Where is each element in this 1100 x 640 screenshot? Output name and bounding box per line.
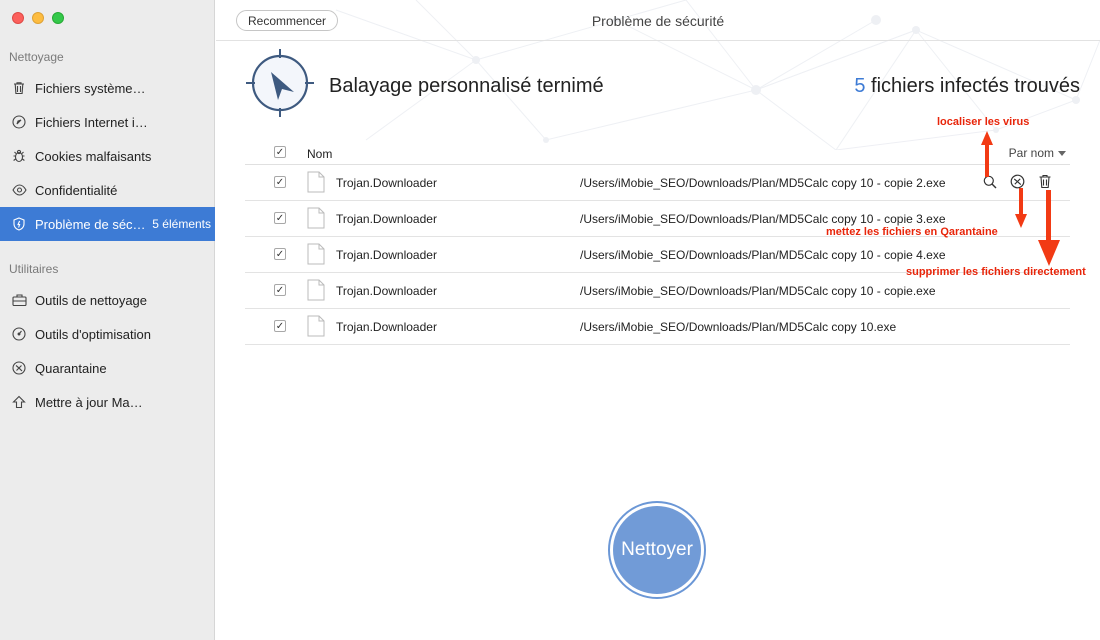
sidebar: Nettoyage Fichiers système… Fichiers Int…: [0, 0, 215, 640]
file-name: Trojan.Downloader: [336, 320, 437, 334]
sort-label: Par nom: [1008, 146, 1054, 160]
clean-button-label: Nettoyer: [613, 506, 701, 594]
annotation-quarantine: mettez les fichiers en Qarantaine: [826, 226, 998, 238]
file-icon: [307, 315, 325, 337]
sidebar-item-update[interactable]: Mettre à jour Ma…: [0, 387, 215, 417]
arrow-down-icon: [1015, 188, 1027, 228]
close-window-button[interactable]: [12, 12, 24, 24]
sidebar-item-label: Mettre à jour Ma…: [35, 394, 143, 410]
sidebar-item-label: Cookies malfaisants: [35, 148, 152, 164]
section-label-utilities: Utilitaires: [9, 262, 59, 276]
main-panel: Recommencer Problème de sécurité Balayag…: [216, 0, 1100, 640]
row-checkbox[interactable]: ✓: [274, 212, 286, 224]
row-checkbox[interactable]: ✓: [274, 248, 286, 260]
chevron-down-icon: [1058, 150, 1066, 156]
compass-icon: [11, 114, 27, 130]
search-icon[interactable]: [983, 175, 997, 189]
annotation-locate-virus: localiser les virus: [937, 116, 1030, 128]
select-all-checkbox[interactable]: ✓: [274, 146, 286, 158]
sidebar-item-label: Fichiers Internet i…: [35, 114, 148, 130]
table-row[interactable]: ✓ Trojan.Downloader /Users/iMobie_SEO/Do…: [245, 308, 1070, 345]
eye-icon: [11, 182, 27, 198]
scan-status-title: Balayage personnalisé ternimé: [329, 75, 604, 97]
file-path: /Users/iMobie_SEO/Downloads/Plan/MD5Calc…: [580, 176, 946, 190]
title-bar: Recommencer Problème de sécurité: [216, 0, 1100, 41]
file-path: /Users/iMobie_SEO/Downloads/Plan/MD5Calc…: [580, 212, 946, 226]
row-checkbox[interactable]: ✓: [274, 176, 286, 188]
file-name: Trojan.Downloader: [336, 284, 437, 298]
arrow-up-icon: [981, 131, 993, 177]
infected-count: 5: [854, 75, 866, 97]
file-path: /Users/iMobie_SEO/Downloads/Plan/MD5Calc…: [580, 320, 897, 334]
file-name: Trojan.Downloader: [336, 248, 437, 262]
annotation-delete: supprimer les fichiers directement: [906, 266, 1086, 278]
minimize-window-button[interactable]: [32, 12, 44, 24]
sidebar-item-label: Outils de nettoyage: [35, 292, 148, 308]
gauge-icon: [11, 326, 27, 342]
scan-compass-icon: [246, 49, 314, 117]
trash-icon[interactable]: [1038, 174, 1052, 189]
sidebar-item-label: Outils d'optimisation: [35, 326, 151, 342]
sidebar-item-security[interactable]: Problème de séc… 5 éléments: [0, 207, 215, 241]
file-name: Trojan.Downloader: [336, 212, 437, 226]
sidebar-item-optimization-tools[interactable]: Outils d'optimisation: [0, 319, 215, 349]
toolbox-icon: [11, 292, 27, 308]
infected-files-summary: 5 fichiers infectés trouvés: [854, 75, 1080, 98]
sidebar-item-internet-files[interactable]: Fichiers Internet i…: [0, 107, 215, 137]
sidebar-item-system-files[interactable]: Fichiers système…: [0, 73, 215, 103]
file-name: Trojan.Downloader: [336, 176, 437, 190]
arrow-down-icon: [1038, 190, 1060, 266]
table-row[interactable]: ✓ Trojan.Downloader /Users/iMobie_SEO/Do…: [245, 164, 1070, 201]
sidebar-item-cookies[interactable]: Cookies malfaisants: [0, 141, 215, 171]
quarantine-icon[interactable]: [1010, 174, 1025, 189]
sidebar-item-label: Quarantaine: [35, 360, 107, 376]
quarantine-icon: [11, 360, 27, 376]
file-icon: [307, 243, 325, 265]
window-title: Problème de sécurité: [591, 13, 725, 29]
infected-label: fichiers infectés trouvés: [865, 75, 1080, 97]
sort-dropdown[interactable]: Par nom: [1009, 146, 1066, 160]
file-path: /Users/iMobie_SEO/Downloads/Plan/MD5Calc…: [580, 248, 946, 262]
file-path: /Users/iMobie_SEO/Downloads/Plan/MD5Calc…: [580, 284, 936, 298]
clean-button[interactable]: Nettoyer: [608, 501, 706, 599]
item-count-badge: 5 éléments: [152, 217, 211, 231]
row-checkbox[interactable]: ✓: [274, 284, 286, 296]
bug-icon: [11, 148, 27, 164]
trash-icon: [11, 80, 27, 96]
zoom-window-button[interactable]: [52, 12, 64, 24]
sidebar-item-quarantine[interactable]: Quarantaine: [0, 353, 215, 383]
column-header-name: Nom: [307, 147, 333, 161]
sidebar-item-label: Confidentialité: [35, 182, 118, 198]
file-icon: [307, 171, 325, 193]
sidebar-item-label: Problème de séc…: [35, 216, 146, 232]
sidebar-item-label: Fichiers système…: [35, 80, 146, 96]
window-controls: [12, 12, 64, 24]
update-icon: [11, 394, 27, 410]
file-icon: [307, 279, 325, 301]
sidebar-item-privacy[interactable]: Confidentialité: [0, 175, 215, 205]
table-header: ✓ Nom Par nom: [245, 142, 1070, 165]
section-label-cleaning: Nettoyage: [9, 50, 64, 64]
file-icon: [307, 207, 325, 229]
sidebar-item-cleaning-tools[interactable]: Outils de nettoyage: [0, 285, 215, 315]
shield-icon: [11, 216, 27, 232]
row-checkbox[interactable]: ✓: [274, 320, 286, 332]
